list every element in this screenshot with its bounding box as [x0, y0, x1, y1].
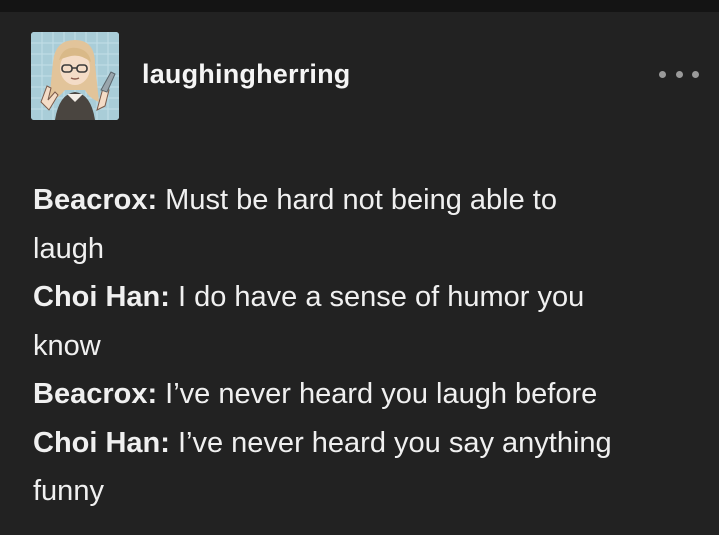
post-body: Beacrox: Must be hard not being able to …: [33, 176, 683, 516]
post-header: laughingherring: [31, 32, 701, 122]
dialogue-text: know: [33, 329, 101, 362]
dialogue-text: Must be hard not being able to: [157, 184, 557, 216]
speaker-name: Beacrox:: [33, 378, 158, 410]
dialogue-line: Choi Han: I’ve never heard you say anyth…: [33, 419, 683, 468]
dialogue-line: Beacrox: Must be hard not being able to: [33, 176, 683, 225]
ellipsis-icon: [675, 70, 683, 78]
ellipsis-icon: [692, 70, 699, 78]
dialogue-text: I’ve never heard you laugh before: [157, 378, 598, 410]
dialogue-text: funny: [33, 475, 104, 507]
dialogue-line: funny: [33, 467, 683, 516]
more-options-button[interactable]: [659, 64, 699, 84]
speaker-name: Choi Han:: [33, 426, 170, 459]
dialogue-line: laugh: [33, 225, 683, 274]
username-link[interactable]: laughingherring: [142, 59, 351, 90]
dialogue-text: laugh: [33, 232, 104, 265]
avatar-illustration-icon: [31, 32, 119, 120]
speaker-name: Choi Han:: [33, 281, 170, 313]
dialogue-line: Beacrox: I’ve never heard you laugh befo…: [33, 370, 683, 419]
post-card: laughingherring Beacrox: Must be hard no…: [0, 12, 719, 535]
dialogue-line: Choi Han: I do have a sense of humor you: [33, 273, 683, 322]
dialogue-line: know: [33, 322, 683, 371]
dialogue-text: I’ve never heard you say anything: [169, 426, 612, 459]
ellipsis-icon: [659, 70, 666, 78]
top-bar: [0, 0, 719, 12]
speaker-name: Beacrox:: [33, 184, 158, 216]
dialogue-text: I do have a sense of humor you: [169, 281, 585, 313]
avatar[interactable]: [31, 32, 119, 120]
